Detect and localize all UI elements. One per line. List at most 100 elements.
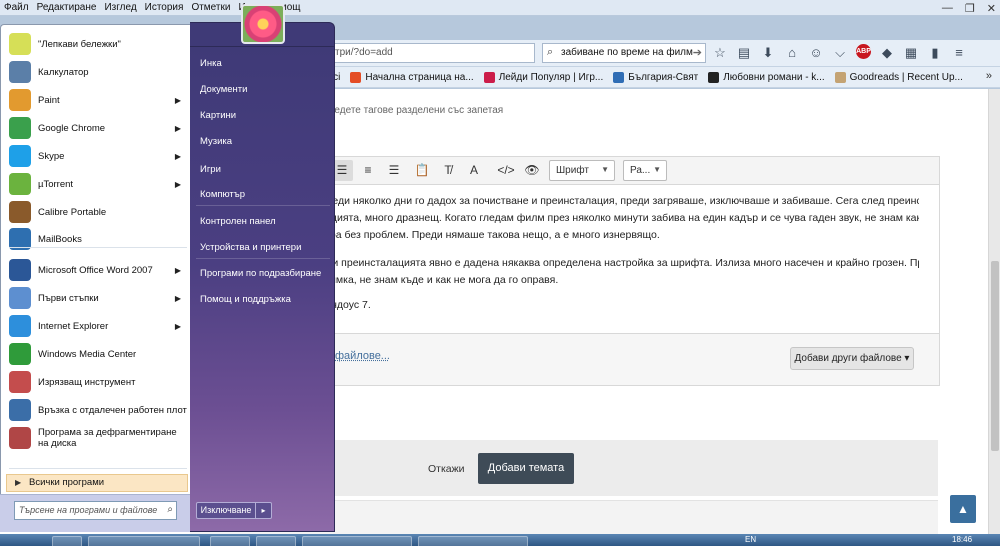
bookmark-item[interactable]: България-Свят [609, 71, 704, 83]
start-menu-place-link[interactable]: Картини [200, 110, 236, 121]
submenu-arrow-icon[interactable]: ▶ [175, 180, 181, 189]
start-menu-item[interactable]: µTorrent ▶ [9, 171, 187, 197]
defrag-icon [9, 427, 31, 449]
start-menu-item[interactable]: Microsoft Office Word 2007 ▶ [9, 257, 187, 283]
paste-icon[interactable]: 📋 [411, 160, 433, 181]
ie-icon [9, 315, 31, 337]
bookmark-item[interactable]: Goodreads | Recent Up... [831, 71, 969, 83]
shutdown-options-arrow-icon[interactable]: ▸ [256, 502, 272, 519]
cancel-link[interactable]: Откажи [428, 463, 465, 475]
downloads-icon[interactable]: ⬇ [760, 44, 776, 61]
submenu-arrow-icon[interactable]: ▶ [175, 322, 181, 331]
taskbar-firefox-button[interactable] [88, 536, 200, 546]
url-bar[interactable]: три/?do=add [330, 43, 535, 63]
minimize-button[interactable]: — [942, 2, 953, 15]
start-menu-place-link[interactable]: Компютър [200, 189, 245, 200]
start-menu-item[interactable]: Skype ▶ [9, 143, 187, 169]
menu-item[interactable]: Отметки [187, 2, 234, 13]
bookmarks-list-icon[interactable]: ▤ [736, 44, 752, 61]
submenu-arrow-icon[interactable]: ▶ [175, 152, 181, 161]
bookmark-item[interactable]: Лейди Популяр | Игр... [480, 71, 610, 83]
bookmarks-overflow-icon[interactable]: » [986, 70, 992, 82]
scrollbar-thumb[interactable] [991, 261, 999, 451]
start-menu-place-link[interactable]: Инка [200, 58, 222, 69]
submenu-arrow-icon[interactable]: ▶ [175, 266, 181, 275]
chat-icon[interactable]: ☺ [808, 44, 824, 61]
maximize-button[interactable]: ❐ [965, 2, 975, 15]
scissors-icon [9, 371, 31, 393]
clear-format-icon[interactable]: T̸ [437, 160, 459, 181]
font-select[interactable]: Шрифт ▼ [549, 160, 615, 181]
size-select[interactable]: Ра... ▼ [623, 160, 667, 181]
taskbar-media-button[interactable] [256, 536, 296, 546]
add-topic-button[interactable]: Добави темата [478, 453, 574, 484]
menu-item[interactable]: Редактиране [33, 2, 101, 13]
back-to-top-button[interactable]: ▲ [950, 495, 976, 523]
add-more-files-button[interactable]: Добави други файлове ▾ [790, 347, 914, 370]
start-menu-separator [9, 468, 187, 469]
bookmark-star-icon[interactable]: ☆ [712, 44, 728, 61]
bookmark-item[interactable]: Начална страница на... [346, 71, 479, 83]
remote-desktop-icon [9, 399, 31, 421]
page-scrollbar[interactable] [988, 89, 1000, 534]
adblock-icon[interactable]: ABP [856, 44, 871, 59]
text-color-icon[interactable]: A [463, 160, 485, 181]
taskbar-utorrent-button[interactable] [418, 536, 528, 546]
pocket-icon[interactable]: ⌵ [832, 44, 848, 61]
search-icon: ⌕ [167, 504, 173, 515]
shutdown-button[interactable]: Изключване [196, 502, 256, 519]
align-right-icon[interactable]: ☰ [383, 160, 405, 181]
start-menu-place-link[interactable]: Документи [200, 84, 247, 95]
menu-item[interactable]: Файл [0, 2, 33, 13]
start-menu-item-label: Paint [38, 94, 60, 106]
close-button[interactable]: ✕ [987, 2, 996, 15]
translate-icon[interactable]: ▦ [903, 44, 919, 61]
start-menu-item-label: Microsoft Office Word 2007 [38, 264, 153, 276]
start-menu-item[interactable]: Internet Explorer ▶ [9, 313, 187, 339]
bookmarks-list: Начална страница на... Лейди Популяр | Иг… [346, 71, 969, 83]
editor-content[interactable]: Преди няколко дни го дадох за почистване… [318, 184, 940, 334]
start-menu-place-link[interactable]: Програми по подразбиране [200, 268, 321, 279]
all-programs-item[interactable]: ▶ Всички програми [6, 474, 188, 492]
menu-item[interactable]: Изглед [100, 2, 140, 13]
menu-item[interactable]: История [141, 2, 188, 13]
start-menu-place-link[interactable]: Устройства и принтери [200, 242, 301, 253]
start-menu-item[interactable]: "Лепкави бележки" [9, 31, 187, 57]
submenu-arrow-icon[interactable]: ▶ [175, 294, 181, 303]
start-menu-place-link[interactable]: Музика [200, 136, 232, 147]
bookmark-item[interactable]: Любовни романи - k... [704, 71, 830, 83]
start-menu-place-link[interactable]: Игри [200, 164, 221, 175]
submenu-arrow-icon[interactable]: ▶ [175, 96, 181, 105]
source-code-icon[interactable]: </> [495, 160, 517, 181]
preview-eye-icon[interactable]: 👁 [521, 160, 543, 181]
start-menu-item[interactable]: Windows Media Center [9, 341, 187, 367]
start-menu-place-link[interactable]: Помощ и поддръжка [200, 294, 291, 305]
start-menu-item[interactable]: Първи стъпки ▶ [9, 285, 187, 311]
start-menu-item[interactable]: Изрязващ инструмент [9, 369, 187, 395]
menu-icon[interactable]: ≡ [951, 44, 967, 61]
start-search-input[interactable]: Търсене на програми и файлове ⌕ [14, 501, 177, 520]
align-center-icon[interactable]: ≡ [357, 160, 379, 181]
chevron-down-icon: ▼ [601, 165, 609, 174]
taskbar-clock[interactable]: 18:46 [952, 535, 972, 544]
user-avatar[interactable] [241, 4, 285, 44]
search-box[interactable]: ⌕ забиване по време на филм ➔ [542, 43, 706, 63]
start-menu-item[interactable]: Програма за дефрагментиране на диска [9, 425, 187, 451]
start-menu-item[interactable]: Paint ▶ [9, 87, 187, 113]
taskbar-flag-button[interactable] [210, 536, 250, 546]
extension-icon[interactable]: ◆ [879, 44, 895, 61]
home-icon[interactable]: ⌂ [784, 44, 800, 61]
start-menu-item[interactable]: MailBooks [9, 226, 187, 252]
taskbar-explorer-button[interactable] [52, 536, 82, 546]
tray-language[interactable]: EN [745, 535, 756, 544]
start-menu-item[interactable]: Калкулатор [9, 59, 187, 85]
attach-files-link[interactable]: файлове... [335, 350, 390, 362]
battery-icon[interactable]: ▮ [927, 44, 943, 61]
taskbar-skype-button[interactable] [302, 536, 412, 546]
start-menu-item[interactable]: Връзка с отдалечен работен плот [9, 397, 187, 423]
submenu-arrow-icon[interactable]: ▶ [175, 124, 181, 133]
start-menu-item[interactable]: Google Chrome ▶ [9, 115, 187, 141]
start-menu-item[interactable]: Calibre Portable [9, 199, 187, 225]
start-menu-place-link[interactable]: Контролен панел [200, 216, 276, 227]
search-go-icon[interactable]: ➔ [693, 46, 702, 59]
